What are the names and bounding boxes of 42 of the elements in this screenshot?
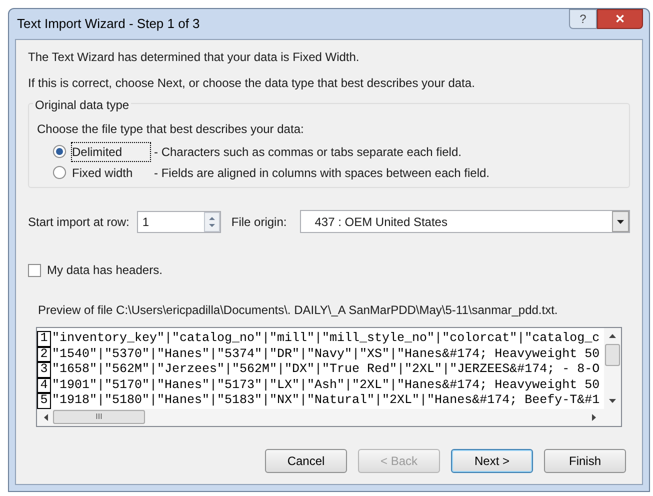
dropdown-caret-icon[interactable]: [612, 211, 629, 232]
preview-line: "1918"|"5180"|"Hanes"|"5183"|"NX"|"Natural"|"2XL"|"Hanes&#174; Beefy-T&#1: [52, 393, 600, 408]
close-button[interactable]: ✕: [597, 9, 643, 29]
radio-label[interactable]: Delimited: [72, 142, 150, 160]
file-origin-dropdown[interactable]: 437 : OEM United States: [300, 210, 630, 233]
preview-line: "1658"|"562M"|"Jerzees"|"562M"|"DX"|"True Red"|"2XL"|"JERZEES&#174; - 8-O: [52, 362, 600, 378]
headers-label[interactable]: My data has headers.: [47, 261, 162, 279]
preview-line: "1540"|"5370"|"Hanes"|"5374"|"DR"|"Navy"|"XS"|"Hanes&#174; Heavyweight 50: [52, 346, 600, 362]
help-button[interactable]: ?: [569, 9, 597, 29]
window-title: Text Import Wizard - Step 1 of 3: [16, 15, 200, 34]
line-number: 2: [37, 346, 51, 362]
intro-text: If this is correct, choose Next, or choose the data type that best describes your data.: [28, 75, 476, 92]
prompt-text: Choose the file type that best describes your data:: [37, 121, 305, 138]
line-number: 1: [37, 331, 51, 346]
line-number: 5: [37, 393, 51, 408]
preview-label: Preview of file C:\Users\ericpadilla\Documents\. DAILY\_A SanMarPDD\May\5-11\sanmar_pdd.txt.: [37, 302, 559, 319]
line-number: 4: [37, 378, 51, 393]
preview-line: "1901"|"5170"|"Hanes"|"5173"|"LX"|"Ash"|"2XL"|"Hanes&#174; Heavyweight 50: [52, 378, 600, 393]
scroll-thumb[interactable]: III: [53, 410, 145, 424]
option-description: - Characters such as commas or tabs separate each field.: [154, 144, 462, 160]
option-description: - Fields are aligned in columns with spaces between each field.: [154, 164, 490, 182]
headers-checkbox[interactable]: [28, 264, 41, 276]
line-number: 3: [37, 362, 51, 378]
horizontal-scrollbar[interactable]: III: [37, 408, 621, 426]
radio-label[interactable]: Fixed width: [72, 164, 150, 182]
radio-button[interactable]: [53, 166, 66, 179]
scroll-thumb[interactable]: [605, 344, 620, 366]
vertical-scrollbar[interactable]: [604, 328, 621, 408]
intro-text: The Text Wizard has determined that your data is Fixed Width.: [28, 49, 360, 66]
spin-arrows-icon[interactable]: [204, 212, 220, 232]
dialog-button[interactable]: Cancel: [265, 448, 347, 472]
scroll-left-icon[interactable]: [43, 412, 49, 422]
dialog-button[interactable]: Finish: [544, 448, 626, 472]
scroll-up-icon[interactable]: [608, 332, 617, 340]
preview-line: "inventory_key"|"catalog_no"|"mill"|"mill_style_no"|"colorcat"|"catalog_c: [52, 331, 600, 346]
file-origin-label: File origin:: [231, 214, 287, 230]
start-row-spinner[interactable]: 1: [137, 210, 222, 232]
dialog-button[interactable]: Next >: [451, 448, 533, 472]
start-row-label: Start import at row:: [28, 214, 130, 230]
radio-button[interactable]: [53, 145, 66, 158]
scroll-down-icon[interactable]: [608, 396, 617, 404]
scroll-right-icon[interactable]: [591, 412, 597, 422]
